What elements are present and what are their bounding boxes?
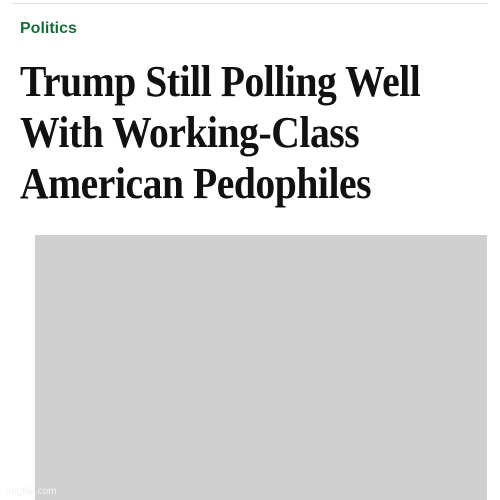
article-headline[interactable]: Trump Still Polling Well With Working-Cl… <box>20 56 443 209</box>
headline-line: Trump Still Polling Well <box>20 57 421 106</box>
headline-line: American Pedophiles <box>20 159 372 208</box>
watermark: imgflip.com <box>6 486 57 497</box>
article-photo <box>35 235 487 500</box>
headline-line: With Working-Class <box>20 108 360 157</box>
top-divider <box>12 3 488 4</box>
section-label[interactable]: Politics <box>20 20 77 38</box>
